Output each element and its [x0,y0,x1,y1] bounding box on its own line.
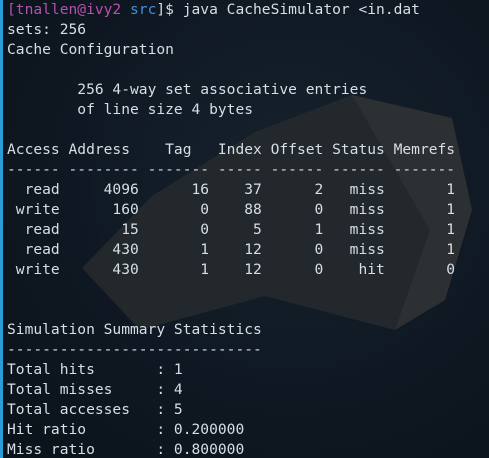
prompt-directory: src [130,1,157,18]
command-text: java CacheSimulator <in.dat [182,1,420,18]
table-row: read 430 1 12 0 miss 1 [7,241,456,258]
stat-line: Total hits : 1 [7,361,183,378]
table-header: Access Address Tag Index Offset Status M… [7,141,456,158]
terminal-window[interactable]: [tnallen@ivy2 src]$ java CacheSimulator … [0,0,489,458]
stat-line: Miss ratio : 0.800000 [7,441,245,458]
summary-separator: ----------------------------- [7,341,262,358]
config-line: 256 4-way set associative entries [7,81,368,98]
table-row: write 430 1 12 0 hit 0 [7,261,456,278]
table-row: read 4096 16 37 2 miss 1 [7,181,456,198]
table-row: write 160 0 88 0 miss 1 [7,201,456,218]
stat-line: Total accesses : 5 [7,401,183,418]
sets-line: sets: 256 [7,21,87,38]
prompt-user-host: [tnallen@ivy2 [7,1,131,18]
stat-line: Hit ratio : 0.200000 [7,421,245,438]
stat-line: Total misses : 4 [7,381,183,398]
config-line: of line size 4 bytes [7,101,254,118]
config-title: Cache Configuration [7,41,174,58]
prompt-suffix: ]$ [156,1,183,18]
table-row: read 15 0 5 1 miss 1 [7,221,456,238]
summary-title: Simulation Summary Statistics [7,321,262,338]
terminal-output: [tnallen@ivy2 src]$ java CacheSimulator … [7,0,455,458]
table-separator: ------ -------- ------- ----- ------ ---… [7,161,456,178]
prompt-line: [tnallen@ivy2 src]$ java CacheSimulator … [7,0,455,20]
